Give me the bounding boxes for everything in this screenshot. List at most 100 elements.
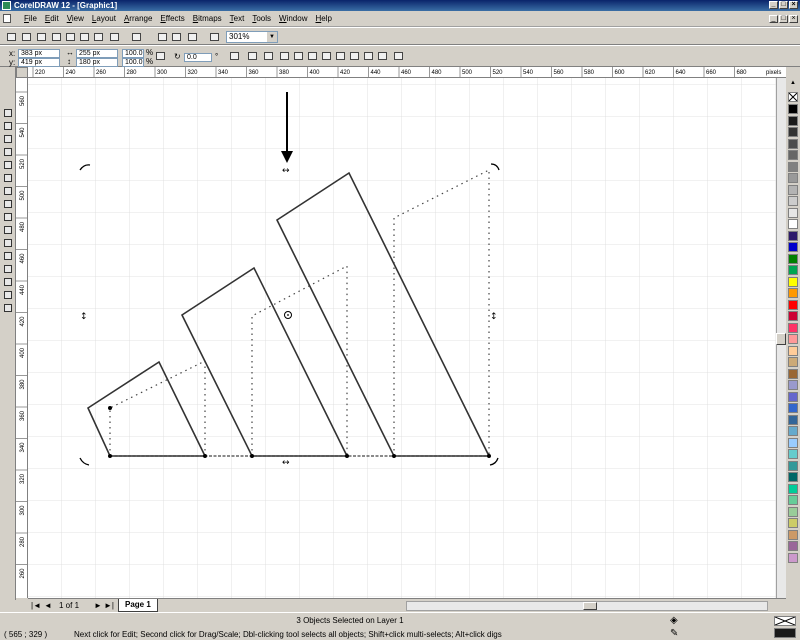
color-swatch[interactable] — [788, 138, 798, 149]
color-swatch[interactable] — [788, 426, 798, 436]
color-swatch[interactable] — [788, 150, 798, 160]
document-icon[interactable] — [3, 14, 11, 23]
interactive-blend-tool-icon[interactable] — [2, 250, 14, 262]
menu-effects[interactable]: Effects — [156, 11, 188, 27]
color-swatch[interactable] — [788, 265, 798, 275]
mirror-horizontal-icon[interactable] — [228, 50, 241, 62]
freehand-tool-icon[interactable] — [2, 159, 14, 171]
color-swatch[interactable] — [788, 219, 798, 229]
menu-bitmaps[interactable]: Bitmaps — [189, 11, 226, 27]
group-icon[interactable] — [246, 50, 259, 62]
x-position-input[interactable]: 383 px — [18, 49, 60, 58]
vertical-scrollbar-thumb[interactable] — [776, 333, 786, 345]
lock-ratio-icon[interactable] — [154, 50, 167, 62]
text-tool-icon[interactable] — [2, 237, 14, 249]
menu-window[interactable]: Window — [275, 11, 311, 27]
color-swatch[interactable] — [788, 357, 798, 367]
color-swatch[interactable] — [788, 518, 798, 528]
application-launcher-icon[interactable] — [186, 31, 199, 43]
fill-tool-icon[interactable] — [2, 289, 14, 301]
color-swatch[interactable] — [788, 472, 798, 482]
pick-tool-icon[interactable] — [2, 107, 14, 119]
rectangle-tool-icon[interactable] — [2, 185, 14, 197]
undo-icon[interactable] — [108, 31, 121, 43]
combine-icon[interactable] — [292, 50, 305, 62]
basic-shapes-tool-icon[interactable] — [2, 224, 14, 236]
color-swatch[interactable] — [788, 322, 798, 333]
color-swatch[interactable] — [788, 391, 798, 402]
color-swatch[interactable] — [788, 230, 798, 241]
maximize-icon[interactable]: □ — [779, 1, 788, 9]
color-swatch[interactable] — [788, 483, 798, 494]
menu-arrange[interactable]: Arrange — [120, 11, 156, 27]
ungroup-all-icon[interactable] — [278, 50, 291, 62]
menu-help[interactable]: Help — [311, 11, 335, 27]
ungroup-icon[interactable] — [262, 50, 275, 62]
menu-file[interactable]: File — [20, 11, 41, 27]
print-icon[interactable] — [50, 31, 63, 43]
color-swatch[interactable] — [788, 403, 798, 413]
minimize-icon[interactable]: _ — [769, 1, 778, 9]
menu-layout[interactable]: Layout — [88, 11, 120, 27]
back-minus-front-icon[interactable] — [376, 50, 389, 62]
color-swatch[interactable] — [788, 161, 798, 172]
menu-tools[interactable]: Tools — [248, 11, 275, 27]
new-document-icon[interactable] — [5, 31, 18, 43]
width-input[interactable]: 255 px — [76, 49, 118, 58]
color-swatch[interactable] — [788, 184, 798, 195]
ruler-origin[interactable] — [16, 67, 28, 78]
color-swatch[interactable] — [788, 368, 798, 379]
doc-close-icon[interactable]: × — [789, 15, 798, 23]
eyedropper-tool-icon[interactable] — [2, 263, 14, 275]
color-swatch[interactable] — [788, 288, 798, 298]
align-distribute-icon[interactable] — [392, 50, 405, 62]
horizontal-scrollbar-thumb[interactable] — [583, 602, 597, 610]
skew-handle-top[interactable]: ↔ — [282, 166, 290, 176]
color-swatch[interactable] — [788, 173, 798, 183]
height-input[interactable]: 180 px — [76, 58, 118, 67]
crop-tool-icon[interactable] — [2, 133, 14, 145]
fill-color-swatch[interactable] — [774, 616, 796, 626]
vertical-ruler[interactable]: 560 540 520 500 480 460 440 420 400 380 360 340 320 3… — [16, 78, 28, 598]
rotation-angle-input[interactable]: 0.0 — [184, 53, 212, 62]
next-page-icon[interactable]: ► — [94, 600, 102, 611]
intersect-icon[interactable] — [334, 50, 347, 62]
color-swatch[interactable] — [788, 334, 798, 344]
color-swatch[interactable] — [788, 299, 798, 310]
close-icon[interactable]: × — [789, 1, 798, 9]
color-swatch[interactable] — [788, 276, 798, 287]
scale-y-input[interactable]: 100.0 — [122, 58, 144, 67]
zoom-tool-icon[interactable] — [2, 146, 14, 158]
paste-icon[interactable] — [92, 31, 105, 43]
color-swatch[interactable] — [788, 311, 798, 321]
corel-online-icon[interactable] — [208, 31, 221, 43]
color-swatch[interactable] — [788, 552, 798, 563]
outline-color-swatch[interactable] — [774, 628, 796, 638]
color-swatch[interactable] — [788, 127, 798, 137]
smart-fill-tool-icon[interactable] — [2, 172, 14, 184]
color-swatch[interactable] — [788, 460, 798, 471]
skew-handle-bottom[interactable]: ↔ — [282, 458, 290, 468]
horizontal-ruler[interactable]: 220 240 260 280 300 320 340 360 380 400 420 440 460 4… — [28, 67, 786, 78]
color-swatch[interactable] — [788, 345, 798, 356]
fill-indicator-icon[interactable]: ◈ — [670, 615, 678, 626]
copy-icon[interactable] — [78, 31, 91, 43]
drawing-canvas[interactable]: ↔ ↔ ↕ ↕ — [28, 78, 786, 598]
shape-tool-icon[interactable] — [2, 120, 14, 132]
color-swatch[interactable] — [788, 242, 798, 252]
redo-icon[interactable] — [130, 31, 143, 43]
color-swatch[interactable] — [788, 115, 798, 126]
color-swatch[interactable] — [788, 414, 798, 425]
color-swatch[interactable] — [788, 506, 798, 517]
scale-x-input[interactable]: 100.0 — [122, 49, 144, 58]
zoom-level-select[interactable]: 301% ▼ — [226, 31, 278, 43]
export-icon[interactable] — [170, 31, 183, 43]
color-swatch[interactable] — [788, 449, 798, 459]
doc-restore-icon[interactable]: □ — [779, 15, 788, 23]
weld-icon[interactable] — [306, 50, 319, 62]
color-swatch[interactable] — [788, 253, 798, 264]
color-swatch[interactable] — [788, 529, 798, 540]
first-page-icon[interactable]: |◄ — [31, 600, 41, 611]
horizontal-scrollbar[interactable] — [406, 601, 768, 611]
ellipse-tool-icon[interactable] — [2, 198, 14, 210]
